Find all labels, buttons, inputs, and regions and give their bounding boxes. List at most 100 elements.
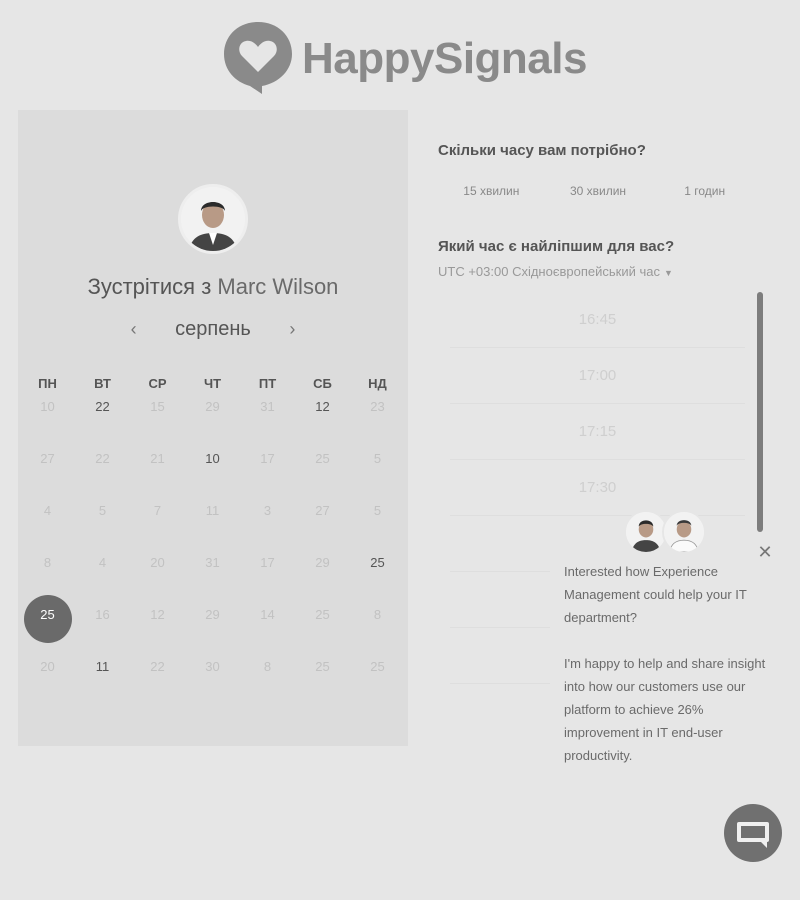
calendar-day: 25 [350, 655, 405, 679]
day-number: 5 [98, 503, 107, 518]
calendar-day: 12 [130, 603, 185, 627]
chat-launcher-button[interactable] [724, 804, 782, 862]
day-number: 10 [205, 451, 220, 466]
day-number: 25 [370, 659, 385, 674]
calendar-day: 8 [240, 655, 295, 679]
day-number: 29 [205, 607, 220, 622]
time-slot[interactable]: 16:45 [450, 292, 745, 348]
calendar-panel: Зустрітися з Marc Wilson ‹ серпень › ПН В… [18, 110, 408, 746]
time-slot[interactable]: 17:30 [450, 460, 745, 516]
day-number: 25 [315, 451, 330, 466]
calendar-day: 5 [75, 499, 130, 523]
calendar-day: 17 [240, 551, 295, 575]
calendar-day: 7 [130, 499, 185, 523]
happysignals-logo: HappySignals [222, 20, 602, 96]
day-number: 5 [373, 451, 382, 466]
day-number: 22 [150, 659, 165, 674]
calendar-day[interactable]: 10 [185, 447, 240, 471]
day-number: 7 [153, 503, 162, 518]
calendar-week: 20 11 22 30 8 25 25 [20, 655, 408, 707]
duration-title: Скільки часу вам потрібно? [438, 142, 646, 159]
meeting-title: Зустрітися з Marc Wilson [18, 274, 408, 300]
calendar-week: 10 22 15 29 31 12 23 [20, 395, 408, 447]
day-number: 27 [315, 503, 330, 518]
calendar-day: 31 [185, 551, 240, 575]
calendar-day: 21 [130, 447, 185, 471]
calendar-grid: 10 22 15 29 31 12 23 27 22 21 10 17 25 5 4 5 7 11 3 27 5 8 4 20… [18, 395, 408, 707]
calendar-day: 23 [350, 395, 405, 419]
calendar-day: 3 [240, 499, 295, 523]
calendar-day: 8 [20, 551, 75, 575]
day-number: 25 [315, 607, 330, 622]
day-number: 21 [150, 451, 165, 466]
day-number: 30 [205, 659, 220, 674]
calendar-day: 25 [295, 655, 350, 679]
day-number: 17 [260, 451, 275, 466]
day-number: 29 [205, 399, 220, 414]
chat-popup-message: Interested how Experience Management cou… [564, 560, 770, 767]
day-number: 29 [315, 555, 330, 570]
weekday-label: ЧТ [203, 376, 222, 391]
day-number: 14 [260, 607, 275, 622]
calendar-week: 8 4 20 31 17 29 25 [20, 551, 408, 603]
time-slot[interactable]: 17:15 [450, 404, 745, 460]
weekday-label: СР [148, 376, 167, 391]
calendar-day: 16 [75, 603, 130, 627]
day-number: 25 [315, 659, 330, 674]
calendar-day: 4 [20, 499, 75, 523]
calendar-day-selected[interactable]: 25 [20, 595, 75, 643]
calendar-day: 22 [75, 447, 130, 471]
day-number: 31 [205, 555, 220, 570]
calendar-day: 20 [20, 655, 75, 679]
day-number: 12 [150, 607, 165, 622]
weekday-label: ПТ [258, 376, 277, 391]
calendar-day: 20 [130, 551, 185, 575]
day-number: 8 [373, 607, 382, 622]
calendar-day: 29 [185, 603, 240, 627]
calendar-day[interactable]: 25 [350, 551, 405, 575]
calendar-day: 31 [240, 395, 295, 419]
time-slot[interactable]: 17:00 [450, 348, 745, 404]
day-number: 25 [40, 607, 55, 622]
duration-option[interactable]: 30 хвилин [545, 177, 652, 205]
duration-option[interactable]: 15 хвилин [438, 177, 545, 205]
calendar-day: 11 [185, 499, 240, 523]
weekday-label: ВТ [94, 376, 111, 391]
day-number: 11 [205, 503, 220, 518]
calendar-day[interactable]: 22 [75, 395, 130, 419]
calendar-day[interactable]: 11 [75, 655, 130, 679]
day-number: 8 [43, 555, 52, 570]
calendar-day[interactable]: 12 [295, 395, 350, 419]
weekday-label: СБ [313, 376, 332, 391]
time-title: Який час є найліпшим для вас? [438, 238, 675, 255]
chevron-right-icon[interactable]: › [282, 319, 302, 340]
day-number: 27 [40, 451, 55, 466]
day-number: 23 [370, 399, 385, 414]
logo-wordmark: HappySignals [302, 34, 587, 83]
weekday-label: ПН [38, 376, 57, 391]
day-number: 31 [260, 399, 275, 414]
calendar-day: 17 [240, 447, 295, 471]
day-number: 25 [370, 555, 385, 570]
day-number: 10 [40, 399, 55, 414]
calendar-day: 8 [350, 603, 405, 627]
calendar-day: 22 [130, 655, 185, 679]
day-number: 22 [95, 399, 110, 414]
time-slot-scrollbar[interactable] [757, 292, 763, 532]
calendar-day: 15 [130, 395, 185, 419]
duration-option[interactable]: 1 годин [651, 177, 758, 205]
calendar-day: 25 [295, 447, 350, 471]
chat-bubble-icon [737, 822, 769, 848]
agent-avatar [662, 510, 706, 554]
weekday-header: ПН ВТ СР ЧТ ПТ СБ НД [18, 376, 408, 391]
calendar-week: 25 16 12 29 14 25 8 [20, 595, 408, 655]
timezone-selector[interactable]: UTC +03:00 Східноєвропейський час ▼ [438, 264, 673, 279]
chevron-left-icon[interactable]: ‹ [124, 319, 144, 340]
heart-speech-bubble-icon [224, 22, 292, 94]
day-number: 5 [373, 503, 382, 518]
meeting-title-prefix: Зустрітися з [87, 274, 212, 299]
close-icon[interactable]: ✕ [756, 543, 774, 561]
calendar-week: 4 5 7 11 3 27 5 [20, 499, 408, 551]
day-number: 12 [315, 399, 330, 414]
chat-agent-avatars [624, 510, 708, 556]
